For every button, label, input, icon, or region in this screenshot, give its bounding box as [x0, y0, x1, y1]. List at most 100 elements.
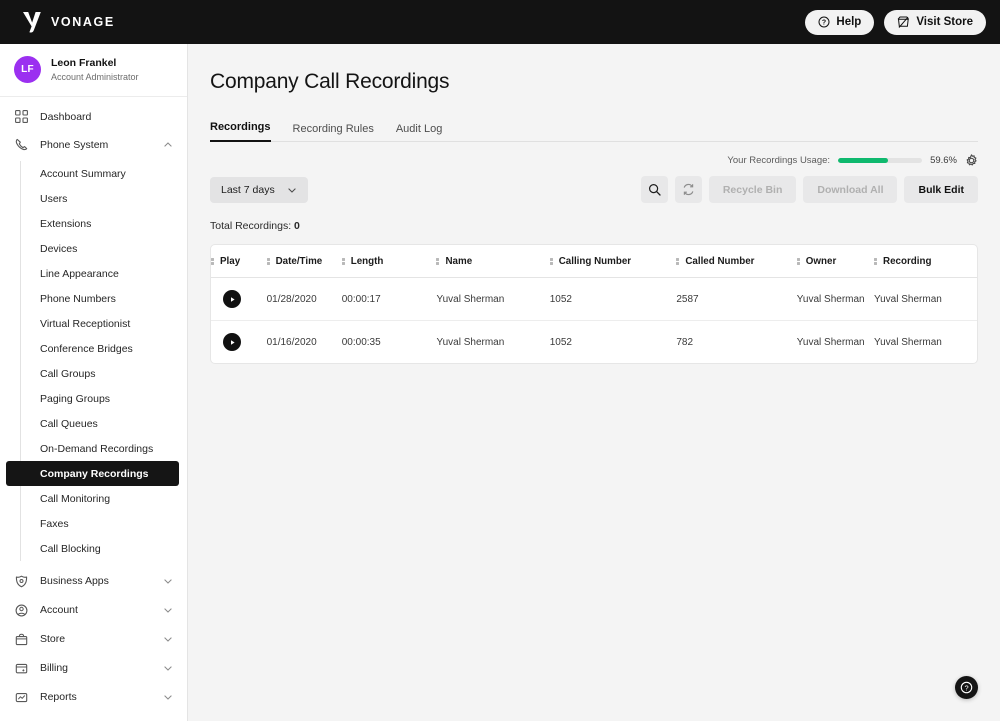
vonage-logo-icon	[23, 12, 41, 33]
cell-name: Yuval Sherman	[436, 293, 505, 305]
sidebar-item-label: Store	[40, 633, 66, 645]
recycle-bin-button[interactable]: Recycle Bin	[708, 176, 797, 203]
column-label: Calling Number	[558, 256, 632, 267]
cell-owner: Yuval Sherman	[796, 336, 865, 348]
cell-play	[211, 321, 267, 364]
nav-group-billing: Billing	[0, 654, 187, 682]
table-header-row: Play Date/Time Length Name Calling Numbe…	[211, 245, 977, 278]
column-header-called-number[interactable]: Called Number	[676, 245, 797, 278]
download-all-button[interactable]: Download All	[803, 176, 898, 203]
column-label: Recording	[883, 256, 932, 267]
user-name: Leon Frankel	[51, 57, 117, 70]
sort-icon	[341, 256, 346, 267]
column-header-length[interactable]: Length	[341, 245, 437, 278]
help-label: Help	[836, 16, 862, 28]
column-header-recording[interactable]: Recording	[874, 245, 977, 278]
play-circle-icon[interactable]	[223, 290, 241, 308]
column-header-datetime[interactable]: Date/Time	[266, 245, 342, 278]
cell-recording: Yuval Sherman	[874, 293, 942, 305]
table-row[interactable]: 01/28/2020 00:00:17 Yuval Sherman 1052 2…	[211, 278, 977, 321]
sidebar-item-company-recordings[interactable]: Company Recordings	[6, 461, 179, 486]
usage-label: Your Recordings Usage:	[727, 155, 831, 166]
toolbar: Last 7 days Recycle Bin Download All Bul…	[210, 176, 978, 203]
svg-text:?: ?	[964, 683, 968, 692]
sidebar-item-on-demand-recordings[interactable]: On-Demand Recordings	[6, 436, 179, 461]
sidebar-item-billing[interactable]: Billing	[0, 654, 187, 682]
chart-report-icon	[14, 690, 29, 705]
table-head: Play Date/Time Length Name Calling Numbe…	[211, 245, 977, 278]
table-row[interactable]: 01/16/2020 00:00:35 Yuval Sherman 1052 7…	[211, 321, 977, 364]
sidebar-item-conference-bridges[interactable]: Conference Bridges	[6, 336, 179, 361]
chevron-down-icon	[164, 637, 172, 642]
help-button[interactable]: ? Help	[805, 9, 875, 35]
sidebar-item-call-monitoring[interactable]: Call Monitoring	[6, 486, 179, 511]
sidebar-item-account-summary[interactable]: Account Summary	[6, 161, 179, 186]
chevron-down-icon	[164, 695, 172, 700]
sidebar-item-phone-numbers[interactable]: Phone Numbers	[6, 286, 179, 311]
sidebar-item-account[interactable]: Account	[0, 596, 187, 624]
sort-icon	[549, 256, 554, 267]
chevron-down-icon	[164, 666, 172, 671]
date-range-filter[interactable]: Last 7 days	[210, 176, 308, 203]
tab-audit-log[interactable]: Audit Log	[396, 123, 442, 142]
chevron-down-icon	[287, 187, 296, 193]
sidebar-item-business-apps[interactable]: Business Apps	[0, 567, 187, 595]
recordings-usage: Your Recordings Usage: 59.6%	[210, 154, 978, 167]
column-header-owner[interactable]: Owner	[796, 245, 874, 278]
sidebar-item-call-queues[interactable]: Call Queues	[6, 411, 179, 436]
cell-datetime: 01/16/2020	[266, 336, 317, 348]
usage-progress-track	[838, 158, 923, 163]
sidebar-item-dashboard[interactable]: Dashboard	[0, 103, 187, 130]
bulk-edit-button[interactable]: Bulk Edit	[904, 176, 978, 203]
column-header-play[interactable]: Play	[211, 245, 267, 278]
recordings-table-card: Play Date/Time Length Name Calling Numbe…	[210, 244, 978, 364]
column-header-name[interactable]: Name	[436, 245, 550, 278]
user-block[interactable]: LF Leon Frankel Account Administrator	[0, 44, 187, 97]
sidebar-item-label: Billing	[40, 662, 69, 674]
cell-calling-number: 1052	[549, 293, 572, 305]
sidebar-item-devices[interactable]: Devices	[6, 236, 179, 261]
sidebar-item-reports[interactable]: Reports	[0, 683, 187, 711]
brand[interactable]: VONAGE	[14, 11, 115, 33]
sort-icon	[676, 256, 680, 267]
user-circle-icon	[14, 603, 29, 618]
gear-icon[interactable]	[965, 154, 978, 167]
toolbar-actions: Recycle Bin Download All Bulk Edit	[640, 176, 978, 203]
search-button[interactable]	[640, 176, 668, 203]
tab-bar: Recordings Recording Rules Audit Log	[210, 116, 978, 142]
visit-store-button[interactable]: Visit Store	[884, 9, 986, 35]
phone-handset-icon	[14, 137, 29, 152]
cell-owner: Yuval Sherman	[796, 293, 865, 305]
nav-group-phone-system: Phone System Account Summary Users Exten…	[0, 131, 187, 561]
cell-name: Yuval Sherman	[436, 336, 505, 348]
cell-called-number: 782	[676, 336, 694, 348]
cell-called-number: 2587	[676, 293, 699, 305]
sidebar-item-paging-groups[interactable]: Paging Groups	[6, 386, 179, 411]
sidebar-item-label: Business Apps	[40, 575, 109, 587]
question-circle-icon: ?	[818, 16, 830, 28]
help-fab-button[interactable]: ?	[955, 676, 978, 699]
total-recordings-value: 0	[294, 220, 300, 232]
sidebar-item-phone-system[interactable]: Phone System	[0, 131, 187, 158]
sidebar-item-call-blocking[interactable]: Call Blocking	[6, 536, 179, 561]
sidebar-item-call-groups[interactable]: Call Groups	[6, 361, 179, 386]
sort-icon	[266, 256, 271, 267]
sidebar-item-store[interactable]: Store	[0, 625, 187, 653]
tab-recording-rules[interactable]: Recording Rules	[293, 123, 374, 142]
column-header-calling-number[interactable]: Calling Number	[549, 245, 677, 278]
column-label: Called Number	[685, 256, 755, 267]
cell-length: 00:00:17	[341, 293, 381, 305]
total-recordings: Total Recordings: 0	[210, 220, 978, 232]
sidebar-item-extensions[interactable]: Extensions	[6, 211, 179, 236]
sort-icon	[436, 256, 440, 267]
sidebar-item-virtual-receptionist[interactable]: Virtual Receptionist	[6, 311, 179, 336]
sidebar-item-users[interactable]: Users	[6, 186, 179, 211]
sidebar-item-line-appearance[interactable]: Line Appearance	[6, 261, 179, 286]
tab-recordings[interactable]: Recordings	[210, 121, 271, 142]
refresh-button[interactable]	[674, 176, 702, 203]
sidebar-item-faxes[interactable]: Faxes	[6, 511, 179, 536]
play-circle-icon[interactable]	[223, 333, 241, 351]
avatar: LF	[14, 56, 41, 83]
sidebar: LF Leon Frankel Account Administrator Da…	[0, 44, 188, 721]
top-bar: VONAGE ? Help Visit Store	[0, 0, 1000, 44]
